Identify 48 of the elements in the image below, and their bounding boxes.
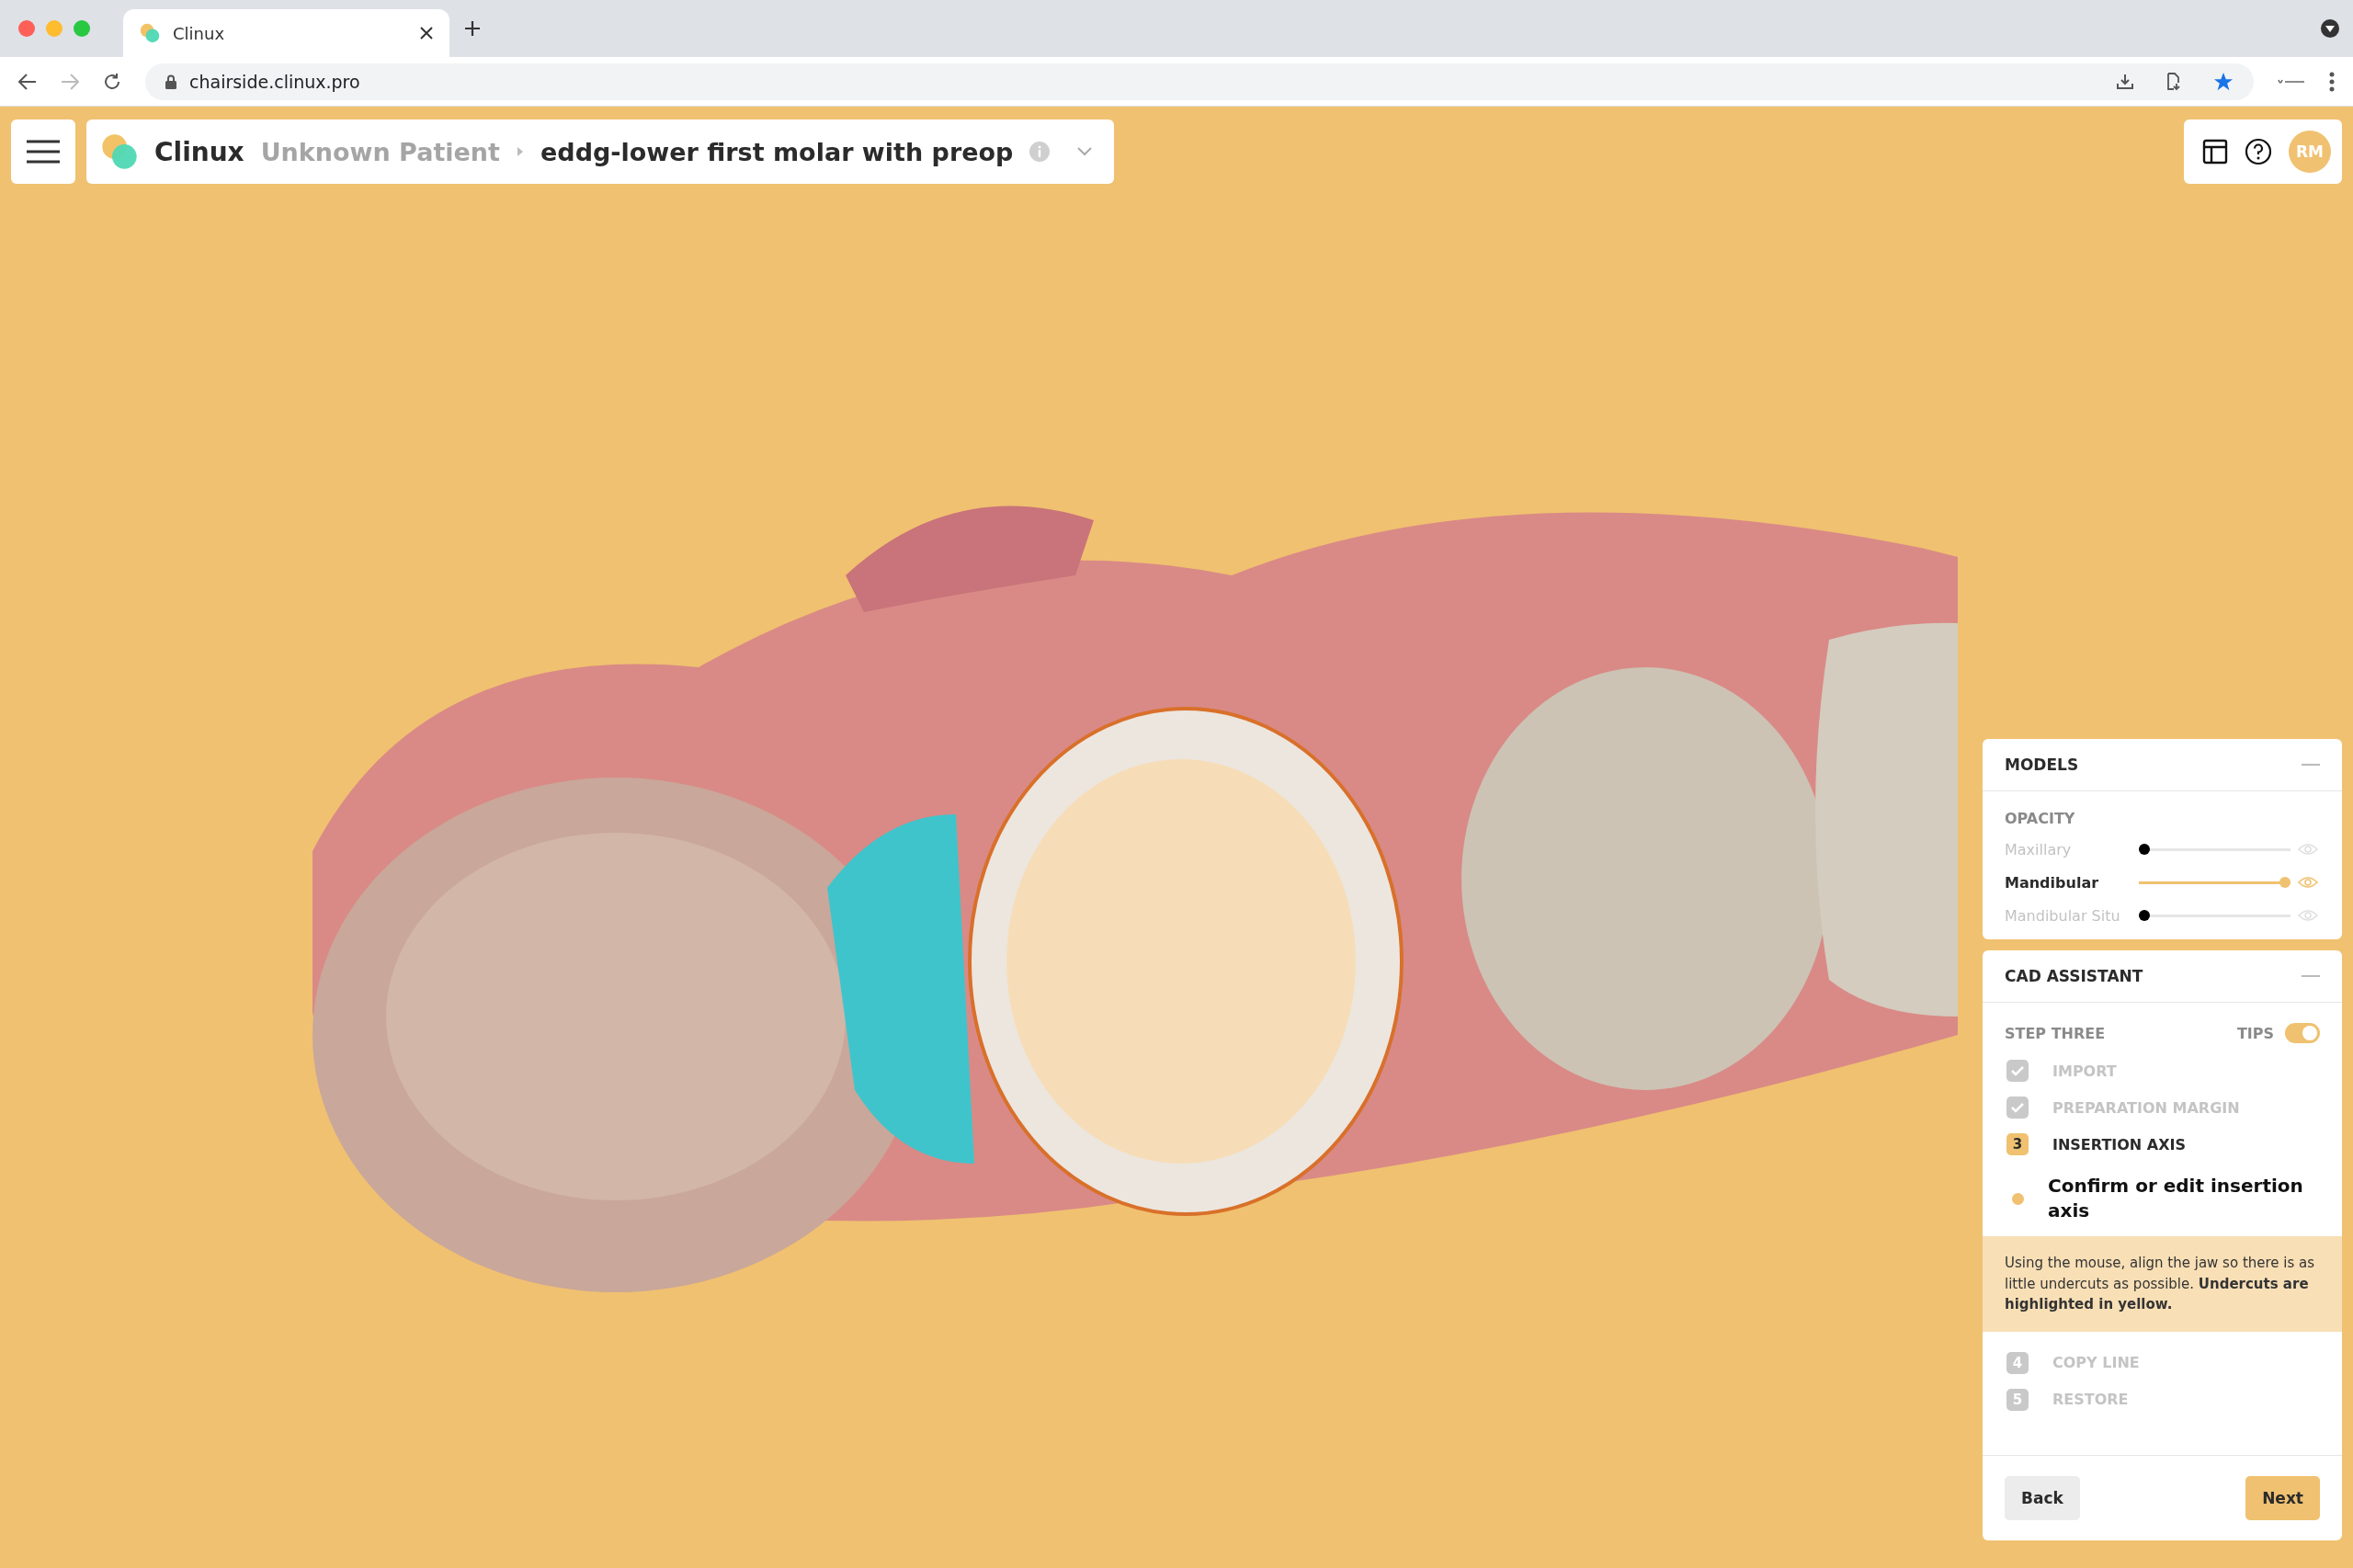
case-title[interactable]: eddg-lower first molar with preop (540, 137, 1014, 166)
new-tab-icon[interactable] (464, 20, 481, 37)
back-button[interactable]: Back (2005, 1475, 2080, 1520)
brand-name[interactable]: Clinux (154, 136, 244, 167)
task-title: Confirm or edit insertion axis (2048, 1174, 2304, 1223)
tips-label: TIPS (2236, 1024, 2274, 1042)
back-arrow-icon[interactable] (18, 73, 37, 90)
browser-tab[interactable]: Clinux (123, 9, 449, 57)
step-number: 3 (2006, 1133, 2029, 1155)
close-window-icon[interactable] (18, 20, 35, 37)
tips-toggle[interactable] (2285, 1023, 2320, 1043)
step-dot-icon (2012, 1192, 2024, 1205)
panel-title: CAD ASSISTANT (2005, 967, 2143, 985)
logo-icon (140, 23, 160, 43)
reload-icon[interactable] (103, 72, 121, 91)
step-label: INSERTION AXIS (2052, 1135, 2187, 1153)
more-options-icon[interactable] (2329, 71, 2335, 92)
checkbox-checked-icon (2006, 1060, 2029, 1082)
step-label: COPY LINE (2052, 1354, 2140, 1371)
bookmark-star-icon[interactable] (2213, 71, 2234, 92)
section-label: OPACITY (2005, 810, 2076, 827)
menu-icon (27, 140, 60, 164)
step-label: PREPARATION MARGIN (2052, 1098, 2240, 1117)
panel-title: MODELS (2005, 756, 2079, 774)
forward-arrow-icon[interactable] (61, 73, 79, 90)
file-download-icon[interactable] (2165, 72, 2182, 91)
address-field[interactable]: chairside.clinux.pro (145, 62, 2254, 100)
chevron-down-icon[interactable] (1077, 147, 1093, 156)
checkbox-checked-icon (2006, 1096, 2029, 1119)
chevron-right-icon (517, 146, 524, 157)
model-label: Mandibular (2005, 873, 2100, 892)
close-tab-icon[interactable] (420, 27, 433, 40)
logo-icon (101, 133, 138, 170)
download-icon[interactable] (2116, 72, 2134, 91)
help-icon[interactable] (2245, 138, 2272, 165)
lock-icon (165, 74, 176, 89)
layout-icon[interactable] (2202, 139, 2228, 165)
zoom-window-icon[interactable] (74, 20, 90, 37)
tab-search-icon[interactable] (2320, 18, 2340, 39)
tab-title: Clinux (173, 23, 226, 43)
step-heading: STEP THREE (2005, 1024, 2106, 1042)
menu-button[interactable] (11, 119, 75, 184)
tip-text: Using the mouse, align the jaw so there is as little undercuts as possible. Undercuts are highlighted in yellow. (1983, 1236, 2342, 1332)
step-label: IMPORT (2052, 1062, 2117, 1080)
step-label: RESTORE (2052, 1391, 2129, 1408)
next-button[interactable]: Next (2245, 1475, 2320, 1520)
model-label: Maxillary (2005, 840, 2073, 858)
model-label: Mandibular Situ (2005, 906, 2121, 925)
